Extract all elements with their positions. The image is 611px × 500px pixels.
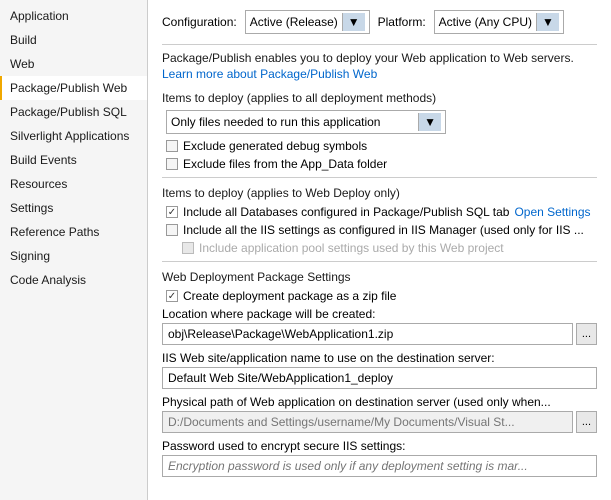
location-input[interactable] [162,323,573,345]
exclude-appdata-checkbox[interactable] [166,158,178,170]
sidebar-item-settings[interactable]: Settings [0,196,147,220]
platform-label: Platform: [378,15,426,29]
mid-divider [162,177,597,178]
web-deployment-section: Web Deployment Package Settings Create d… [162,270,597,477]
sidebar-item-reference-paths[interactable]: Reference Paths [0,220,147,244]
web-deployment-label: Web Deployment Package Settings [162,270,597,284]
description-text: Package/Publish enables you to deploy yo… [162,51,597,65]
physical-field: Physical path of Web application on dest… [162,395,597,433]
platform-arrow[interactable]: ▼ [536,13,559,31]
iis-field: IIS Web site/application name to use on … [162,351,597,389]
include-pool-checkbox[interactable] [182,242,194,254]
sidebar-item-build-events[interactable]: Build Events [0,148,147,172]
sidebar: Application Build Web Package/Publish We… [0,0,148,500]
iis-input-row [162,367,597,389]
configuration-label: Configuration: [162,15,237,29]
include-iis-label: Include all the IIS settings as configur… [183,223,584,237]
deploy-web-label: Items to deploy (applies to Web Deploy o… [162,186,597,200]
deploy-all-label: Items to deploy (applies to all deployme… [162,91,597,105]
learn-more-link[interactable]: Learn more about Package/Publish Web [162,67,597,81]
config-row: Configuration: Active (Release) ▼ Platfo… [162,10,597,34]
sidebar-item-package-publish-sql[interactable]: Package/Publish SQL [0,100,147,124]
iis-label: IIS Web site/application name to use on … [162,351,597,365]
create-zip-label: Create deployment package as a zip file [183,289,396,303]
deploy-dropdown[interactable]: Only files needed to run this applicatio… [166,110,446,134]
physical-browse-button[interactable]: ... [576,411,597,433]
exclude-debug-row: Exclude generated debug symbols [166,139,597,153]
sidebar-item-resources[interactable]: Resources [0,172,147,196]
password-input[interactable] [162,455,597,477]
sidebar-item-code-analysis[interactable]: Code Analysis [0,268,147,292]
sidebar-item-application[interactable]: Application [0,4,147,28]
location-browse-button[interactable]: ... [576,323,597,345]
physical-input[interactable] [162,411,573,433]
include-iis-checkbox[interactable] [166,224,178,236]
include-db-row: Include all Databases configured in Pack… [166,205,597,219]
create-zip-row: Create deployment package as a zip file [166,289,597,303]
create-zip-checkbox[interactable] [166,290,178,302]
password-field: Password used to encrypt secure IIS sett… [162,439,597,477]
sidebar-item-build[interactable]: Build [0,28,147,52]
sidebar-item-package-publish-web[interactable]: Package/Publish Web [0,76,147,100]
password-input-row [162,455,597,477]
sidebar-item-signing[interactable]: Signing [0,244,147,268]
exclude-debug-label: Exclude generated debug symbols [183,139,367,153]
include-db-checkbox[interactable] [166,206,178,218]
main-panel: Configuration: Active (Release) ▼ Platfo… [148,0,611,500]
include-db-label: Include all Databases configured in Pack… [183,205,509,219]
lower-divider [162,261,597,262]
physical-label: Physical path of Web application on dest… [162,395,597,409]
configuration-value: Active (Release) [250,15,338,29]
physical-input-row: ... [162,411,597,433]
configuration-arrow[interactable]: ▼ [342,13,365,31]
sidebar-item-web[interactable]: Web [0,52,147,76]
deploy-dropdown-row: Only files needed to run this applicatio… [166,110,597,134]
deploy-dropdown-value: Only files needed to run this applicatio… [171,115,414,129]
configuration-select[interactable]: Active (Release) ▼ [245,10,370,34]
platform-select[interactable]: Active (Any CPU) ▼ [434,10,564,34]
top-divider [162,44,597,45]
exclude-appdata-label: Exclude files from the App_Data folder [183,157,387,171]
platform-value: Active (Any CPU) [439,15,532,29]
deploy-all-section: Items to deploy (applies to all deployme… [162,91,597,171]
location-field: Location where package will be created: … [162,307,597,345]
exclude-appdata-row: Exclude files from the App_Data folder [166,157,597,171]
iis-input[interactable] [162,367,597,389]
password-label: Password used to encrypt secure IIS sett… [162,439,597,453]
deploy-dropdown-arrow[interactable]: ▼ [418,113,441,131]
include-pool-label: Include application pool settings used b… [199,241,504,255]
open-settings-link[interactable]: Open Settings [514,205,590,219]
location-input-row: ... [162,323,597,345]
exclude-debug-checkbox[interactable] [166,140,178,152]
include-pool-row: Include application pool settings used b… [182,241,597,255]
sidebar-item-silverlight[interactable]: Silverlight Applications [0,124,147,148]
deploy-web-section: Items to deploy (applies to Web Deploy o… [162,186,597,255]
location-label: Location where package will be created: [162,307,597,321]
include-iis-row: Include all the IIS settings as configur… [166,223,597,237]
